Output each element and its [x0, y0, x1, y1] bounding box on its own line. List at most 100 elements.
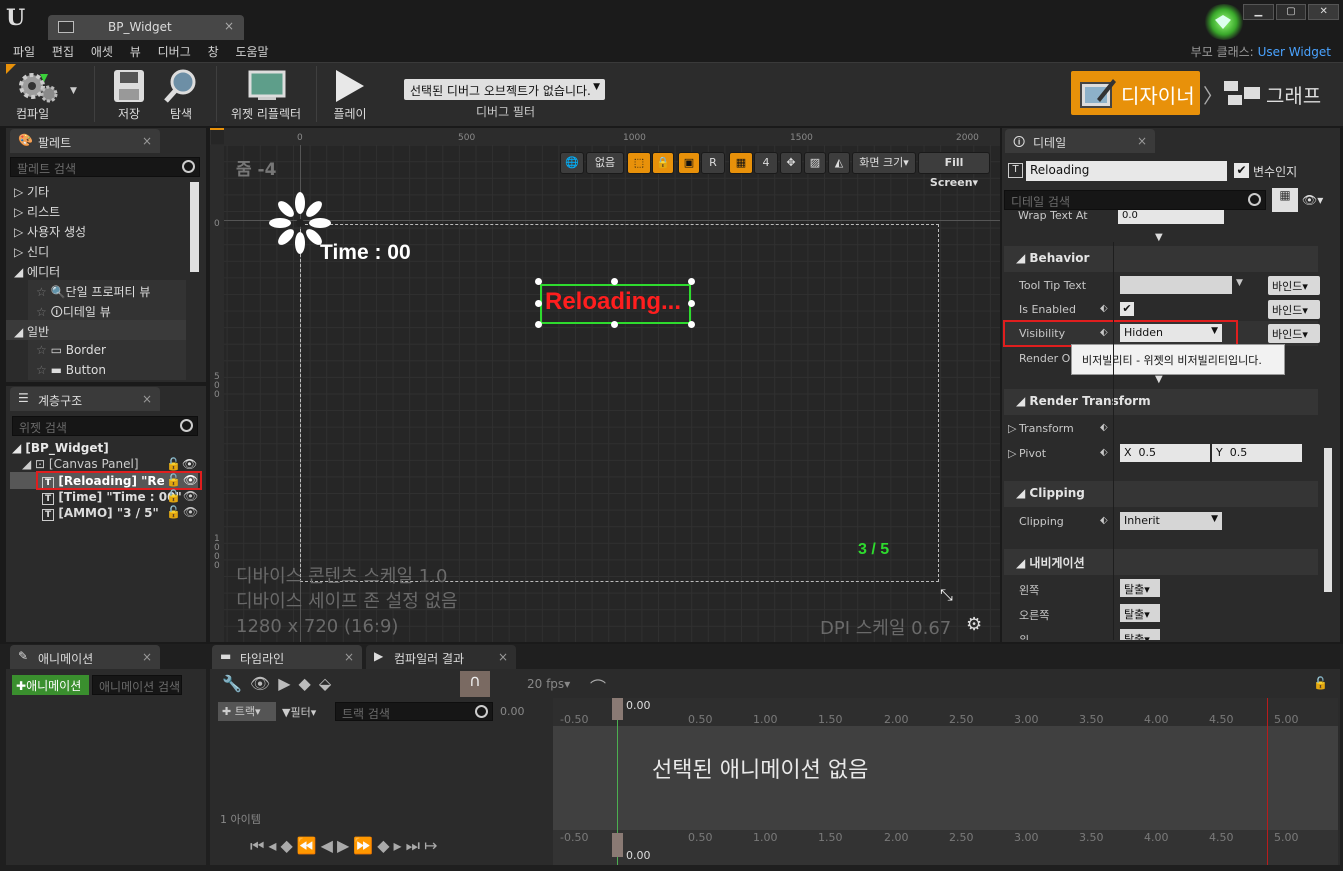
palette-item[interactable]: ☆ ▭ Border [28, 340, 186, 360]
compiler-results-tab[interactable]: ▶ 컴파일러 결과 × [366, 645, 516, 669]
resize-handle[interactable] [611, 321, 618, 328]
tree-root[interactable]: ◢ [BP_Widget] [12, 441, 109, 455]
palette-search-input[interactable]: 팔레트 검색 [10, 157, 200, 177]
document-tab[interactable]: BP_Widget × [48, 15, 244, 40]
play-button[interactable]: 플레이 [326, 64, 374, 124]
behavior-section[interactable]: ◢ Behavior [1004, 246, 1318, 272]
anchor-select[interactable]: 없음 [586, 152, 624, 174]
wrap-text-input[interactable]: 0.0 [1118, 210, 1224, 224]
timeline-tab[interactable]: ▬ 타임라인 × [212, 645, 362, 669]
reverse-icon[interactable]: ◀ [321, 836, 337, 855]
screen-size-select[interactable]: 화면 크기▾ [852, 152, 916, 174]
details-scrollbar[interactable] [1324, 448, 1332, 592]
eye-icon[interactable]: 👁 [182, 457, 197, 471]
close-tab-icon[interactable]: × [344, 650, 354, 664]
add-track-button[interactable]: ✚ 트랙▾ [218, 702, 276, 721]
ammo-text[interactable]: 3 / 5 [858, 541, 889, 559]
clipping-section[interactable]: ◢ Clipping [1004, 481, 1318, 507]
image-icon[interactable]: ▨ [804, 152, 826, 174]
transform-icon[interactable]: ✥ [780, 152, 802, 174]
grid-snap-icon[interactable]: ▦ [729, 152, 753, 174]
lock-icon[interactable]: 🔓 [1313, 676, 1328, 690]
palette-category[interactable]: ▷ 리스트 [6, 200, 60, 220]
palette-scrollbar[interactable] [190, 182, 199, 272]
palette-category[interactable]: ◢ 에디터 [6, 260, 60, 280]
playhead-handle[interactable] [612, 833, 623, 857]
tree-item-reloading[interactable]: T [Reloading] "Reloa [42, 474, 164, 488]
save-button[interactable]: 저장 [106, 64, 152, 124]
bind-button[interactable]: 바인드▾ [1268, 324, 1320, 343]
lock-icon[interactable]: 🔒 [652, 152, 674, 174]
resize-arrow-icon[interactable]: ⤡ [940, 585, 953, 605]
tooltip-input[interactable] [1120, 276, 1232, 294]
palette-item[interactable]: ☆ 🛈디테일 뷰 [28, 300, 186, 320]
jump-start-icon[interactable]: ⏮ [250, 836, 268, 855]
pivot-x-input[interactable]: X 0.5 [1120, 444, 1210, 462]
time-text[interactable]: Time : 00 [320, 241, 411, 265]
globe-icon[interactable]: 🌐 [560, 152, 584, 174]
step-back-icon[interactable]: ⏪ [297, 836, 321, 855]
flip-icon[interactable]: ◭ [828, 152, 850, 174]
grid-size-select[interactable]: 4 [754, 152, 778, 174]
play-options-icon[interactable]: ▶ [278, 674, 298, 693]
filter-button[interactable]: ▼필터▾ [282, 704, 316, 720]
eye-icon[interactable]: 👁▾ [1302, 193, 1323, 207]
details-search-input[interactable]: 디테일 검색 [1004, 190, 1266, 210]
compile-dropdown-icon[interactable]: ▼ [70, 86, 77, 96]
render-transform-section[interactable]: ◢ Render Transform [1004, 389, 1318, 415]
widget-search-input[interactable]: 위젯 검색 [12, 416, 198, 436]
nav-right-select[interactable]: 탈출▾ [1120, 604, 1160, 622]
menu-window[interactable]: 창 [208, 40, 219, 60]
menu-asset[interactable]: 애셋 [91, 40, 113, 60]
resize-handle[interactable] [688, 321, 695, 328]
pivot-y-input[interactable]: Y 0.5 [1212, 444, 1302, 462]
loop-icon[interactable]: ↦ [424, 836, 441, 855]
key-icon[interactable]: ◆ [299, 674, 319, 693]
graph-mode-button[interactable]: 그래프 [1218, 71, 1328, 115]
palette-category[interactable]: ▷ 기타 [6, 180, 49, 200]
menu-help[interactable]: 도움말 [235, 40, 268, 60]
step-forward-icon[interactable]: ⏩ [353, 836, 377, 855]
expand-arrow-icon[interactable]: ▼ [1155, 232, 1163, 243]
curve-icon[interactable]: ⌒ [590, 674, 606, 698]
eye-icon[interactable]: 👁 [183, 473, 198, 487]
wrench-icon[interactable]: 🔧 [222, 674, 250, 693]
nav-left-select[interactable]: 탈출▾ [1120, 579, 1160, 597]
close-tab-icon[interactable]: × [1137, 134, 1147, 148]
close-tab-icon[interactable]: × [142, 134, 152, 148]
transform-row[interactable]: ▷ Transform ⬖ [1004, 416, 1318, 441]
localize-toggle[interactable]: R [701, 152, 725, 174]
palette-item[interactable]: ☆ ▬ Button [28, 360, 186, 380]
tree-item-ammo[interactable]: T [AMMO] "3 / 5" [42, 506, 159, 521]
jump-end-icon[interactable]: ⏭ [406, 836, 424, 855]
details-tab[interactable]: 🛈 디테일 × [1005, 129, 1155, 153]
tree-canvas-panel[interactable]: ◢ ⊡ [Canvas Panel] 🔓 👁 [22, 457, 197, 471]
designer-mode-button[interactable]: 디자이너 [1071, 71, 1200, 115]
resize-handle[interactable] [611, 278, 618, 285]
widget-name-input[interactable]: Reloading [1026, 161, 1227, 181]
parent-class-link[interactable]: User Widget [1258, 45, 1331, 59]
debug-object-select[interactable]: 선택된 디버그 오브젝트가 없습니다. ▼ [404, 79, 605, 100]
magnet-icon[interactable]: ∩ [460, 671, 490, 697]
resize-handle[interactable] [688, 300, 695, 307]
clipping-select[interactable]: Inherit ▼ [1120, 512, 1222, 530]
animation-tab[interactable]: ✎ 애니메이션 × [10, 645, 160, 669]
resize-handle[interactable] [535, 300, 542, 307]
eye-icon[interactable]: 👁 [183, 505, 198, 519]
close-tab-icon[interactable]: × [142, 392, 152, 406]
palette-item[interactable]: ☆ 🔍단일 프로퍼티 뷰 [28, 280, 186, 300]
add-animation-button[interactable]: ✚애니메이션 [12, 675, 89, 695]
resize-handle[interactable] [688, 278, 695, 285]
property-matrix-icon[interactable]: ▦ [1272, 188, 1298, 212]
tag-icon[interactable]: ⬙ [319, 674, 339, 693]
compile-button[interactable]: ▼ 컴파일 [8, 64, 78, 124]
menu-edit[interactable]: 편집 [52, 40, 74, 60]
is-variable-checkbox[interactable]: ✔ [1234, 163, 1249, 178]
dpi-settings-icon[interactable]: ⚙ [966, 614, 982, 635]
lock-icon[interactable]: 🔓 [166, 489, 181, 503]
close-tab-icon[interactable]: × [142, 650, 152, 664]
play-icon[interactable]: ▶ [337, 836, 353, 855]
close-tab-icon[interactable]: × [498, 650, 508, 664]
palette-tab[interactable]: 🎨 팔레트 × [10, 129, 160, 153]
close-button[interactable]: ✕ [1308, 4, 1340, 20]
